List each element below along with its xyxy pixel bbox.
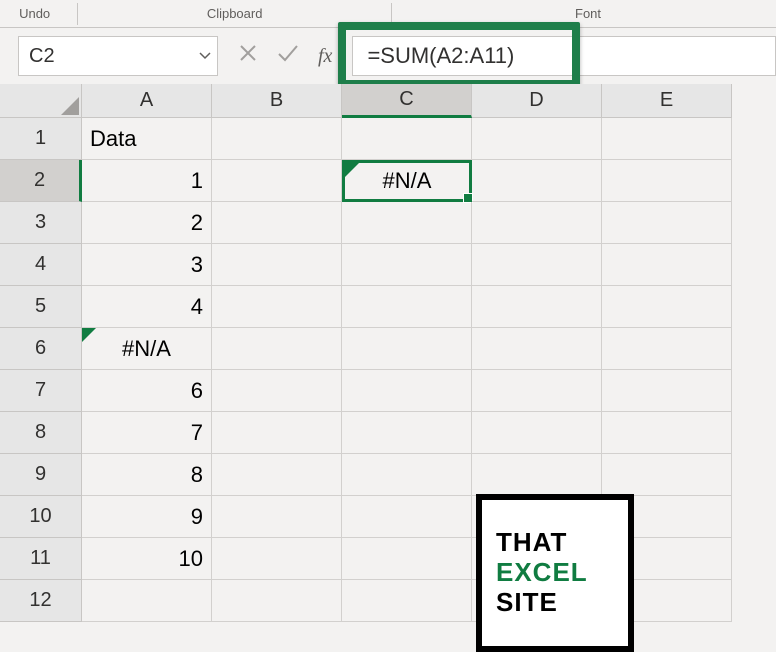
cell-C1[interactable] [342, 118, 472, 160]
cell-B4[interactable] [212, 244, 342, 286]
cell-D5[interactable] [472, 286, 602, 328]
cell-B10[interactable] [212, 496, 342, 538]
cell-B8[interactable] [212, 412, 342, 454]
watermark-line1: THAT [496, 528, 628, 558]
cell-B5[interactable] [212, 286, 342, 328]
formula-actions: fx [230, 43, 340, 69]
cell-E6[interactable] [602, 328, 732, 370]
cell-A8[interactable]: 7 [82, 412, 212, 454]
watermark-line3: SITE [496, 588, 628, 618]
cell-E3[interactable] [602, 202, 732, 244]
cancel-icon[interactable] [238, 43, 258, 69]
row-header-3[interactable]: 3 [0, 202, 82, 244]
row-header-8[interactable]: 8 [0, 412, 82, 454]
watermark-line2: EXCEL [496, 558, 628, 588]
column-header-D[interactable]: D [472, 84, 602, 118]
cell-E1[interactable] [602, 118, 732, 160]
cell-C10[interactable] [342, 496, 472, 538]
cell-D4[interactable] [472, 244, 602, 286]
row-header-5[interactable]: 5 [0, 286, 82, 328]
row-header-9[interactable]: 9 [0, 454, 82, 496]
watermark-logo: THAT EXCEL SITE [476, 494, 634, 652]
cell-A4[interactable]: 3 [82, 244, 212, 286]
cell-C3[interactable] [342, 202, 472, 244]
column-header-C[interactable]: C [342, 84, 472, 118]
cell-D1[interactable] [472, 118, 602, 160]
cell-C2[interactable]: #N/A [342, 160, 472, 202]
column-header-B[interactable]: B [212, 84, 342, 118]
cell-A7[interactable]: 6 [82, 370, 212, 412]
cell-B7[interactable] [212, 370, 342, 412]
cell-A3[interactable]: 2 [82, 202, 212, 244]
cell-C11[interactable] [342, 538, 472, 580]
ribbon-font-group: Font [400, 6, 776, 21]
cell-B9[interactable] [212, 454, 342, 496]
ribbon-divider [391, 3, 392, 25]
cell-A11[interactable]: 10 [82, 538, 212, 580]
cell-D2[interactable] [472, 160, 602, 202]
column-headers: ABCDE [82, 84, 732, 118]
cell-A10[interactable]: 9 [82, 496, 212, 538]
cell-C8[interactable] [342, 412, 472, 454]
ribbon-undo-group: Undo [0, 6, 69, 21]
cell-E4[interactable] [602, 244, 732, 286]
cell-E2[interactable] [602, 160, 732, 202]
column-header-E[interactable]: E [602, 84, 732, 118]
cell-D3[interactable] [472, 202, 602, 244]
cell-D8[interactable] [472, 412, 602, 454]
cell-E7[interactable] [602, 370, 732, 412]
formula-input[interactable] [352, 36, 776, 76]
cell-C7[interactable] [342, 370, 472, 412]
ribbon-group-labels: Undo Clipboard Font [0, 0, 776, 28]
cell-D9[interactable] [472, 454, 602, 496]
cell-A6[interactable]: #N/A [82, 328, 212, 370]
formula-bar: C2 fx [0, 28, 776, 84]
cell-A1[interactable]: Data [82, 118, 212, 160]
row-header-4[interactable]: 4 [0, 244, 82, 286]
fx-icon[interactable]: fx [318, 45, 332, 68]
cell-B3[interactable] [212, 202, 342, 244]
name-box[interactable]: C2 [18, 36, 218, 76]
enter-icon[interactable] [276, 43, 300, 69]
row-headers: 123456789101112 [0, 118, 82, 622]
ribbon-divider [77, 3, 78, 25]
cell-A5[interactable]: 4 [82, 286, 212, 328]
cell-E9[interactable] [602, 454, 732, 496]
cell-B1[interactable] [212, 118, 342, 160]
row-header-2[interactable]: 2 [0, 160, 82, 202]
row-header-7[interactable]: 7 [0, 370, 82, 412]
cell-A9[interactable]: 8 [82, 454, 212, 496]
cell-B6[interactable] [212, 328, 342, 370]
row-header-1[interactable]: 1 [0, 118, 82, 160]
cell-E8[interactable] [602, 412, 732, 454]
cells-area: Data1#N/A234#N/A678910 [82, 118, 732, 622]
cell-D6[interactable] [472, 328, 602, 370]
row-header-6[interactable]: 6 [0, 328, 82, 370]
cell-C9[interactable] [342, 454, 472, 496]
row-header-11[interactable]: 11 [0, 538, 82, 580]
column-header-A[interactable]: A [82, 84, 212, 118]
select-all-corner[interactable] [0, 84, 82, 118]
ribbon-clipboard-group: Clipboard [86, 6, 383, 21]
cell-C6[interactable] [342, 328, 472, 370]
name-box-value: C2 [29, 45, 55, 68]
cell-C5[interactable] [342, 286, 472, 328]
cell-B2[interactable] [212, 160, 342, 202]
cell-E5[interactable] [602, 286, 732, 328]
cell-B11[interactable] [212, 538, 342, 580]
cell-C4[interactable] [342, 244, 472, 286]
cell-D7[interactable] [472, 370, 602, 412]
row-header-10[interactable]: 10 [0, 496, 82, 538]
chevron-down-icon[interactable] [199, 49, 211, 63]
cell-A2[interactable]: 1 [82, 160, 212, 202]
